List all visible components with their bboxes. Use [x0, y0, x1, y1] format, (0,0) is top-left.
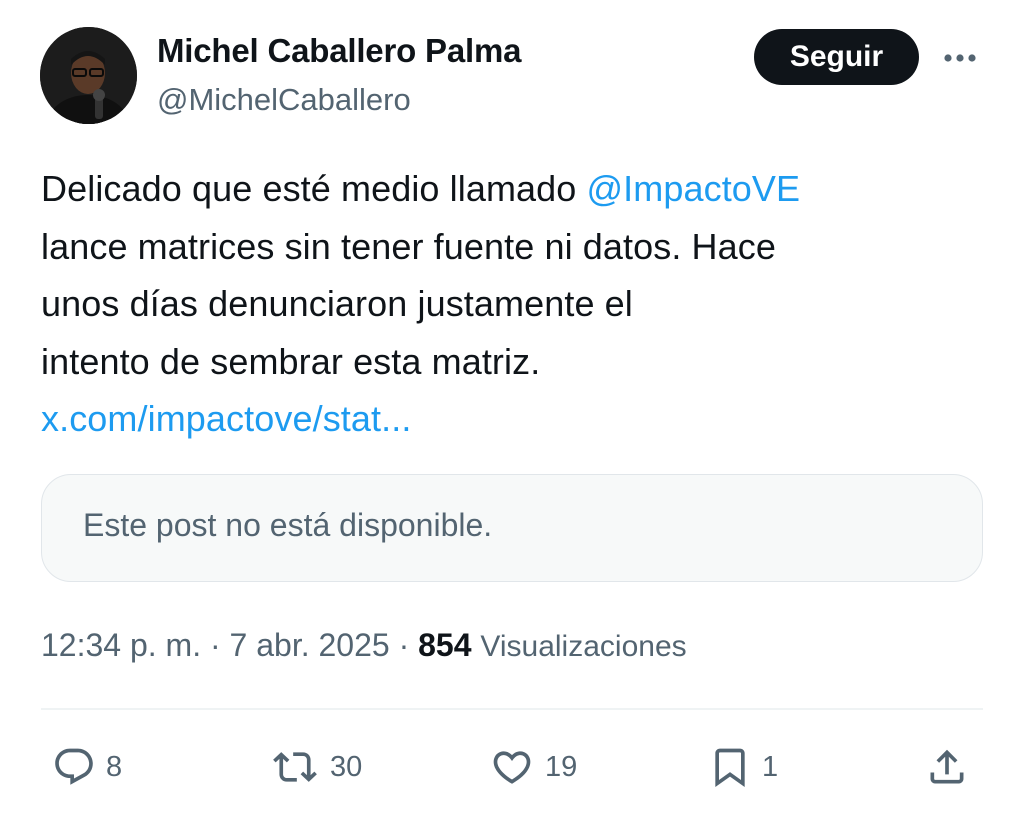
quoted-post-unavailable: Este post no está disponible. [41, 474, 983, 582]
repost-icon [273, 752, 317, 782]
views-label: Visualizaciones [480, 630, 687, 663]
avatar[interactable] [40, 27, 137, 124]
post-time[interactable]: 12:34 p. m. [41, 627, 201, 663]
repost-count: 30 [330, 750, 363, 783]
bookmark-count: 1 [762, 750, 779, 783]
tweet-url-link[interactable]: x.com/impactove/stat... [41, 390, 991, 448]
reply-icon [55, 748, 93, 785]
like-count: 19 [545, 750, 578, 783]
author-display-name[interactable]: Michel Caballero Palma [157, 30, 521, 72]
more-horizontal-icon [944, 54, 976, 62]
reply-button[interactable]: 8 [52, 741, 122, 793]
share-icon [930, 749, 964, 784]
meta-separator: · [389, 627, 419, 663]
profile-photo [40, 27, 137, 124]
heart-icon [493, 751, 531, 784]
bookmark-icon [715, 748, 745, 788]
tweet-text: Delicado que esté medio llamado @Impacto… [41, 160, 991, 448]
tweet-text-segment: Delicado que esté medio llamado [41, 168, 577, 209]
more-button[interactable] [940, 38, 980, 78]
repost-button[interactable]: 30 [270, 741, 362, 793]
tweet-line: lance matrices sin tener fuente ni datos… [41, 225, 776, 267]
tweet-line: unos días denunciaron justamente el [41, 283, 633, 324]
author-handle[interactable]: @MichelCaballero [157, 80, 411, 120]
post-date[interactable]: 7 abr. 2025 [230, 627, 390, 663]
tweet-line: intento de sembrar esta matriz. [41, 340, 541, 382]
follow-button[interactable]: Seguir [754, 29, 919, 85]
share-button[interactable] [925, 741, 969, 793]
divider [41, 708, 983, 710]
unavailable-message: Este post no está disponible. [83, 507, 493, 543]
like-button[interactable]: 19 [489, 741, 577, 793]
post-meta: 12:34 p. m. · 7 abr. 2025 · 854 Visualiz… [41, 624, 687, 668]
tweet-line: Delicado que esté medio llamado @Impacto… [41, 160, 991, 218]
mention-link[interactable]: @ImpactoVE [587, 168, 801, 209]
meta-separator: · [201, 627, 230, 663]
reply-count: 8 [106, 750, 123, 783]
views-count: 854 [418, 627, 472, 663]
bookmark-button[interactable]: 1 [708, 741, 778, 793]
